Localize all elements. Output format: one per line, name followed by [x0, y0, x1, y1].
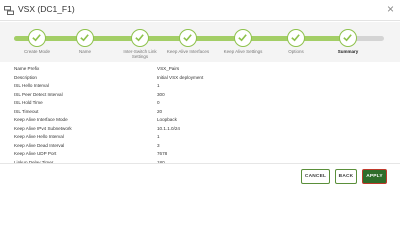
summary-row: ISL Peer Detect Interval 300 — [14, 91, 314, 100]
step-summary-check-icon[interactable] — [339, 29, 357, 47]
summary-value: 10.1.1.0/24 — [157, 125, 180, 131]
summary-key: Description — [14, 74, 37, 80]
step-name-label: Name — [78, 49, 91, 54]
summary-key: ISL Hold Time — [14, 100, 43, 105]
summary-key: Keep Alive Interface Mode — [14, 117, 68, 122]
summary-row: ISL Hello Interval 1 — [14, 82, 314, 91]
cancel-button[interactable]: CANCEL — [301, 169, 330, 184]
step-options-check-icon[interactable] — [287, 29, 305, 47]
step-keep-alive-interfaces-label: Keep Alive Interfaces — [166, 49, 210, 54]
title-bar: VSX (DC1_F1) × — [0, 0, 400, 21]
step-isl-settings-label: Inter-Switch Link Settings — [123, 49, 157, 60]
summary-row: Keep Alive Dead Interval 3 — [14, 142, 314, 151]
step-keep-alive-settings-label: Keep Alive Settings — [223, 49, 263, 54]
step-create-mode-check-icon[interactable] — [28, 29, 46, 47]
summary-row: Name Prefix VSX_Pairs — [14, 65, 314, 74]
summary-key: Keep Alive IPv4 Subnetwork — [14, 125, 72, 131]
close-icon[interactable]: × — [387, 3, 394, 15]
summary-value: 300 — [157, 91, 165, 97]
summary-key: Name Prefix — [14, 66, 40, 71]
summary-key: ISL Timeout — [14, 108, 39, 114]
summary-value: VSX_Pairs — [157, 66, 180, 71]
window-title: VSX (DC1_F1) — [18, 4, 75, 14]
back-button[interactable]: BACK — [335, 169, 357, 184]
wizard-progress: Create Mode Name Inter-Switch Link Setti… — [0, 22, 400, 62]
summary-value: 1 — [157, 83, 160, 88]
step-options-label: Options — [288, 49, 304, 54]
summary-row: Keep Alive Interface Mode Loopback — [14, 116, 314, 125]
step-keep-alive-settings-check-icon[interactable] — [234, 29, 252, 47]
apply-button[interactable]: APPLY — [362, 169, 387, 184]
summary-row: Description Initial VSX deployment — [14, 74, 314, 83]
summary-key: ISL Hello Interval — [14, 83, 49, 88]
summary-value: 7678 — [157, 151, 168, 156]
summary-row: Keep Alive IPv4 Subnetwork 10.1.1.0/24 — [14, 125, 314, 134]
summary-table: Name Prefix VSX_Pairs Description Initial … — [14, 65, 314, 176]
step-keep-alive-interfaces-check-icon[interactable] — [179, 29, 197, 47]
summary-key: Keep Alive Hello Interval — [14, 134, 64, 139]
step-summary-label: Summary — [337, 49, 359, 54]
summary-value: 3 — [157, 142, 160, 148]
vsx-icon — [4, 6, 14, 15]
summary-value: 1 — [157, 134, 160, 139]
summary-row: Keep Alive Hello Interval 1 — [14, 133, 314, 142]
summary-value: 20 — [157, 108, 163, 114]
summary-value: 0 — [157, 100, 160, 105]
step-name-check-icon[interactable] — [76, 29, 94, 47]
summary-row: Keep Alive UDP Port 7678 — [14, 150, 314, 159]
summary-key: Keep Alive UDP Port — [14, 151, 57, 156]
summary-row: ISL Hold Time 0 — [14, 99, 314, 108]
summary-key: ISL Peer Detect Interval — [14, 91, 63, 97]
summary-value: Loopback — [157, 117, 177, 122]
summary-value: Initial VSX deployment — [157, 74, 204, 80]
step-isl-settings-check-icon[interactable] — [131, 29, 149, 47]
summary-key: Keep Alive Dead Interval — [14, 142, 65, 148]
summary-row: ISL Timeout 20 — [14, 108, 314, 117]
